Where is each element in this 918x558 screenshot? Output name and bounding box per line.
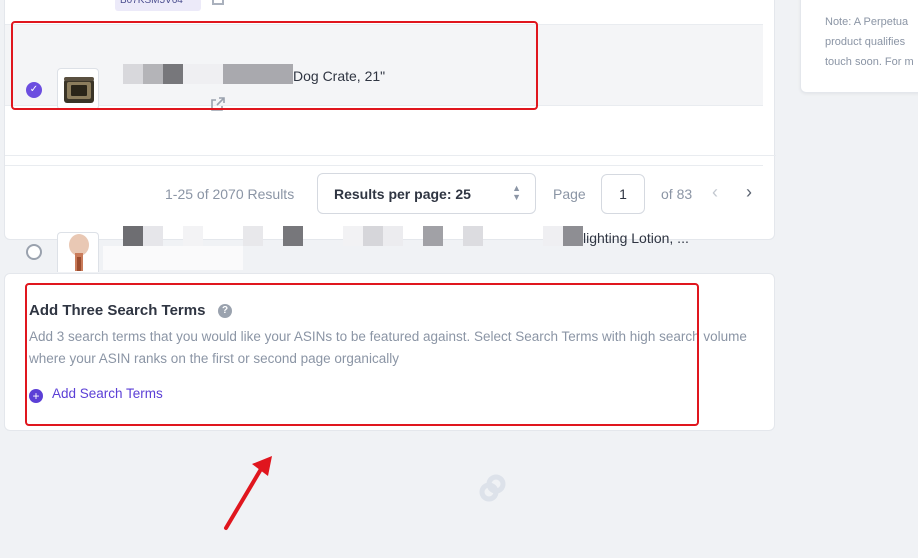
highlight-box	[25, 283, 699, 426]
note-card: Note: A Perpetua product qualifies touch…	[800, 0, 918, 93]
perpetua-logo-icon	[479, 474, 506, 502]
page-label: Page	[553, 186, 586, 202]
chevron-right-icon[interactable]: ›	[746, 182, 752, 203]
chevron-left-icon[interactable]: ‹	[712, 182, 718, 203]
results-count: 1-25 of 2070 Results	[165, 186, 295, 202]
highlight-box	[11, 21, 538, 110]
page-number-input[interactable]: 1	[601, 174, 645, 214]
total-pages: of 83	[661, 186, 693, 202]
external-link-icon[interactable]	[212, 0, 224, 5]
asin-chip: B07KSM5V64	[115, 0, 201, 11]
note-line: Note: A Perpetua	[825, 16, 909, 28]
note-text: Note: A Perpetua product qualifies touch…	[825, 12, 918, 72]
results-per-page-select[interactable]: Results per page: 25 ▲ ▼	[317, 173, 536, 214]
select-arrows-icon: ▲ ▼	[512, 183, 521, 202]
red-arrow-icon	[224, 456, 272, 530]
note-line: touch soon. For m	[825, 56, 914, 68]
pagination-bar: 1-25 of 2070 Results Results per page: 2…	[5, 155, 776, 240]
results-per-page-label: Results per page: 25	[334, 186, 471, 202]
redacted-block	[103, 246, 243, 270]
note-line: product qualifies	[825, 36, 906, 48]
unselected-radio[interactable]	[26, 244, 42, 260]
